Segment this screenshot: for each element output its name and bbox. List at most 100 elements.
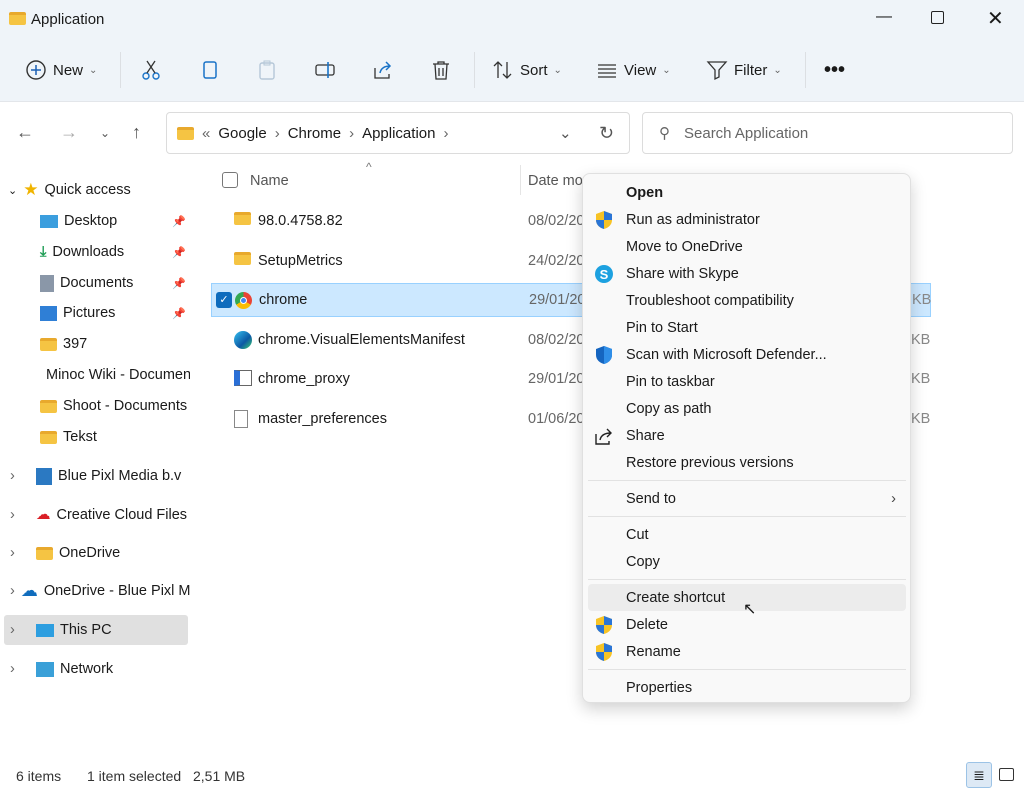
sidebar-item-tekst[interactable]: Tekst (0, 422, 190, 452)
divider (474, 52, 475, 88)
breadcrumb-overflow[interactable]: « (202, 125, 210, 142)
more-options-button[interactable]: ••• (824, 40, 845, 100)
copy-button[interactable] (199, 40, 221, 100)
menu-item-rename[interactable]: Rename (588, 638, 906, 665)
menu-item-pin-to-start[interactable]: Pin to Start (588, 314, 906, 341)
sidebar-item-label: OneDrive - Blue Pixl Media (43, 583, 190, 599)
title-bar: Application — ✕ (0, 0, 1024, 40)
new-button[interactable]: New ⌄ (25, 40, 97, 100)
menu-item-scan-with-microsoft-defender[interactable]: Scan with Microsoft Defender... (588, 341, 906, 368)
menu-item-label: Cut (626, 526, 649, 543)
cut-button[interactable] (140, 40, 162, 100)
menu-item-pin-to-taskbar[interactable]: Pin to taskbar (588, 368, 906, 395)
paste-icon (259, 60, 275, 80)
sidebar-item-blue-pixl-media[interactable]: › Blue Pixl Media b.v (0, 461, 190, 491)
menu-item-share-with-skype[interactable]: S Share with Skype (588, 260, 906, 287)
menu-item-share[interactable]: Share (588, 422, 906, 449)
close-button[interactable]: ✕ (987, 6, 1004, 31)
window-title: Application (31, 11, 105, 28)
menu-item-copy[interactable]: Copy (588, 548, 906, 575)
forward-button[interactable]: → (60, 122, 78, 143)
menu-item-move-to-onedrive[interactable]: Move to OneDrive (588, 233, 906, 260)
address-history-chevron-icon[interactable]: ⌄ (559, 124, 572, 142)
menu-item-send-to[interactable]: Send to › (588, 485, 906, 512)
folder-icon (40, 337, 57, 351)
application-icon (234, 370, 252, 387)
menu-item-label: Properties (626, 679, 693, 696)
status-size: 2,51 MB (193, 768, 246, 784)
sidebar-item-label: Creative Cloud Files (56, 507, 188, 523)
sidebar-item-pictures[interactable]: Pictures 📌 (0, 298, 190, 328)
sidebar-item-minoc-wiki[interactable]: Minoc Wiki - Documents (0, 360, 190, 390)
sidebar-item-label: 397 (63, 336, 88, 352)
plus-circle-icon (26, 60, 46, 80)
row-checkbox[interactable]: ✓ (216, 292, 232, 309)
back-button[interactable]: ← (16, 122, 34, 143)
delete-button[interactable] (430, 40, 452, 100)
share-button[interactable] (372, 40, 394, 100)
menu-item-label: Scan with Microsoft Defender... (626, 346, 827, 363)
up-button[interactable]: ↑ (132, 122, 141, 143)
sidebar-item-label: Downloads (52, 244, 125, 260)
building-icon (36, 467, 52, 485)
pin-icon[interactable]: 📌 (172, 215, 186, 228)
share-icon (595, 428, 612, 445)
command-bar: New ⌄ Sort ⌄ View ⌄ Filter ⌄ ••• (0, 40, 1024, 102)
rename-button[interactable] (314, 40, 336, 100)
pin-icon[interactable]: 📌 (172, 307, 186, 320)
recent-locations-button[interactable]: ⌄ (100, 126, 110, 140)
column-header-name[interactable]: Name (250, 173, 289, 189)
menu-item-label: Move to OneDrive (626, 238, 743, 255)
search-input[interactable]: ⚲ Search Application (642, 112, 1013, 154)
pin-icon[interactable]: 📌 (172, 277, 186, 290)
sidebar-item-label: This PC (60, 622, 112, 638)
pin-icon[interactable]: 📌 (172, 246, 186, 259)
menu-item-open[interactable]: Open (588, 179, 906, 206)
sidebar-item-documents[interactable]: Documents 📌 (0, 268, 190, 298)
sort-label: Sort (520, 61, 548, 79)
sidebar-item-this-pc[interactable]: › This PC (4, 615, 188, 645)
sidebar-item-label: Desktop (64, 213, 118, 229)
menu-item-properties[interactable]: Properties (588, 674, 906, 701)
sidebar-item-downloads[interactable]: ⤓ Downloads 📌 (0, 237, 190, 267)
paste-button[interactable] (256, 40, 278, 100)
menu-item-cut[interactable]: Cut (588, 521, 906, 548)
sidebar-item-onedrive[interactable]: › OneDrive (0, 538, 190, 568)
sidebar-item-network[interactable]: › Network (0, 654, 190, 684)
filter-button[interactable]: Filter ⌄ (706, 40, 782, 100)
chevron-down-icon: ⌄ (662, 64, 671, 76)
breadcrumb-chrome[interactable]: Chrome (288, 125, 341, 142)
large-icons-view-button[interactable] (999, 768, 1014, 781)
sort-button[interactable]: Sort ⌄ (492, 40, 562, 100)
sidebar-item-desktop[interactable]: Desktop 📌 (0, 206, 190, 236)
column-header-date[interactable]: Date modified (528, 173, 582, 189)
menu-item-run-as-administrator[interactable]: Run as administrator (588, 206, 906, 233)
search-icon: ⚲ (659, 125, 670, 142)
address-bar[interactable]: « Google › Chrome › Application › ⌄ ↻ (166, 112, 630, 154)
folder-icon (40, 430, 57, 444)
breadcrumb-application[interactable]: Application (362, 125, 435, 142)
status-item-count: 6 items (16, 768, 62, 784)
sidebar-item-creative-cloud[interactable]: › ☁ Creative Cloud Files (0, 500, 190, 530)
sidebar-item-quick-access[interactable]: ⌄ ★ Quick access (8, 175, 198, 205)
minimize-button[interactable]: — (876, 8, 892, 26)
menu-item-label: Open (626, 184, 664, 201)
view-button[interactable]: View ⌄ (596, 40, 671, 100)
sidebar-item-397[interactable]: 397 (0, 329, 190, 359)
documents-icon (40, 274, 54, 292)
menu-item-troubleshoot-compatibility[interactable]: Troubleshoot compatibility (588, 287, 906, 314)
chevron-down-icon: ⌄ (89, 64, 98, 76)
column-divider[interactable] (520, 165, 521, 195)
sidebar-item-onedrive-blue-pixl[interactable]: ›☁OneDrive - Blue Pixl Media (0, 576, 190, 606)
refresh-icon[interactable]: ↻ (599, 123, 614, 144)
mouse-cursor-icon: ↖ (743, 601, 757, 618)
menu-item-copy-as-path[interactable]: Copy as path (588, 395, 906, 422)
file-size: KB (911, 371, 931, 388)
menu-item-restore-previous-versions[interactable]: Restore previous versions (588, 449, 906, 476)
maximize-button[interactable] (931, 11, 944, 24)
search-placeholder: Search Application (684, 124, 809, 142)
select-all-checkbox[interactable] (222, 172, 238, 188)
details-view-button[interactable]: ≣ (966, 762, 992, 788)
breadcrumb-google[interactable]: Google (218, 125, 266, 142)
sidebar-item-shoot[interactable]: Shoot - Documents (0, 391, 190, 421)
